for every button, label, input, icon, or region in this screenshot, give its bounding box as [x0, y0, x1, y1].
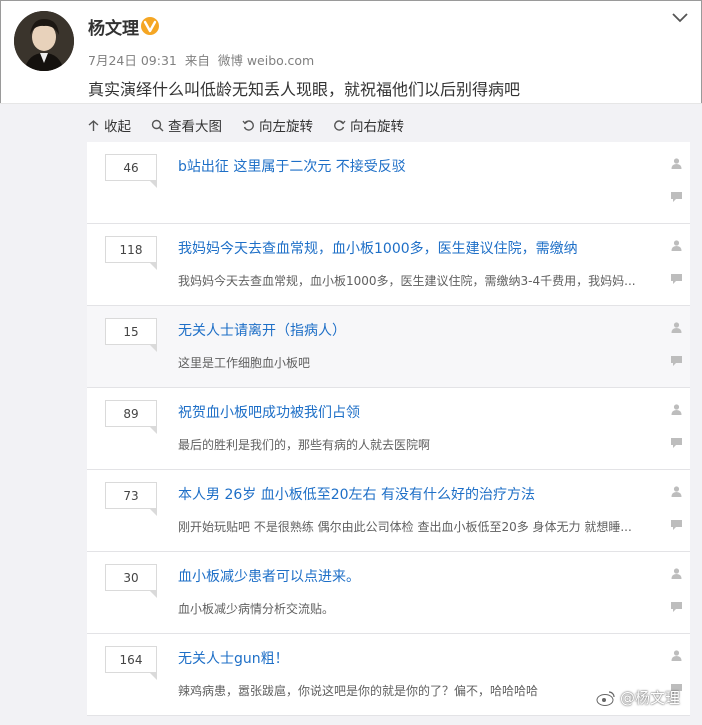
view-large-button[interactable]: 查看大图	[151, 115, 222, 135]
author-icon[interactable]	[670, 567, 683, 580]
weibo-watermark: @杨文理	[596, 687, 680, 708]
thread-row[interactable]: 73 本人男 26岁 血小板低至20左右 有没有什么好的治疗方法刚开始玩贴吧 不是…	[87, 470, 690, 552]
thread-summary: 最后的胜利是我们的，那些有病的人就去医院啊	[178, 438, 431, 452]
post-meta: 7月24日 09:31 来自 微博 weibo.com	[88, 50, 318, 69]
thread-title-link[interactable]: 本人男 26岁 血小板低至20左右 有没有什么好的治疗方法	[178, 484, 535, 504]
author-icon[interactable]	[670, 239, 683, 252]
view-large-label: 查看大图	[168, 119, 222, 135]
author-icon[interactable]	[670, 649, 683, 662]
thread-row[interactable]: 118 我妈妈今天去查血常规，血小板1000多，医生建议住院，需缴纳我妈妈今天去查…	[87, 224, 690, 306]
thread-title-link[interactable]: 无关人士请离开（指病人）	[178, 320, 346, 340]
reply-count-badge: 164	[105, 646, 157, 680]
thread-row[interactable]: 30 血小板减少患者可以点进来。血小板减少病情分析交流贴。	[87, 552, 690, 634]
rotate-left-label: 向左旋转	[259, 119, 313, 135]
post-text: 真实演绎什么叫低龄无知丢人现眼，就祝福他们以后别得病吧	[88, 80, 521, 99]
thread-summary: 这里是工作细胞血小板吧	[178, 356, 311, 370]
thread-summary: 我妈妈今天去查血常规，血小板1000多，医生建议住院，需缴纳3-4千费用，我妈妈…	[178, 274, 636, 288]
rotate-left-button[interactable]: 向左旋转	[242, 115, 313, 135]
thread-summary: 血小板减少病情分析交流贴。	[178, 602, 335, 616]
collapse-label: 收起	[104, 119, 131, 135]
weibo-logo-icon	[596, 690, 615, 706]
reply-bubble-icon[interactable]	[670, 190, 683, 203]
reply-bubble-icon[interactable]	[670, 600, 683, 613]
thread-row[interactable]: 89 祝贺血小板吧成功被我们占领最后的胜利是我们的，那些有病的人就去医院啊	[87, 388, 690, 470]
image-toolbar: 收起 查看大图 向左旋转 向右旋转	[87, 115, 404, 135]
reply-count-badge: 118	[105, 236, 157, 270]
reply-count-badge: 89	[105, 400, 157, 434]
post-source[interactable]: 微博 weibo.com	[218, 53, 314, 68]
source-prefix: 来自	[184, 53, 210, 68]
thread-title-link[interactable]: 无关人士gun粗！	[178, 648, 289, 668]
thread-summary: 辣鸡病患，嚣张跋扈，你说这吧是你的就是你的了？偏不，哈哈哈哈	[178, 684, 539, 698]
author-icon[interactable]	[670, 485, 683, 498]
chevron-down-icon[interactable]	[670, 9, 690, 27]
reply-bubble-icon[interactable]	[670, 518, 683, 531]
arrow-up-icon	[88, 119, 99, 131]
avatar[interactable]	[14, 11, 74, 71]
thread-title-link[interactable]: 祝贺血小板吧成功被我们占领	[178, 402, 360, 422]
reply-bubble-icon[interactable]	[670, 354, 683, 367]
reply-count-badge: 46	[105, 154, 157, 188]
reply-bubble-icon[interactable]	[670, 436, 683, 449]
author-name[interactable]: 杨文理	[88, 14, 139, 39]
reply-count-badge: 30	[105, 564, 157, 598]
author-icon[interactable]	[670, 157, 683, 170]
thread-row[interactable]: 15 无关人士请离开（指病人） 这里是工作细胞血小板吧	[87, 306, 690, 388]
rotate-right-button[interactable]: 向右旋转	[333, 115, 404, 135]
author-icon[interactable]	[670, 403, 683, 416]
reply-count-badge: 15	[105, 318, 157, 352]
thread-row[interactable]: 46 b站出征 这里属于二次元 不接受反驳	[87, 142, 690, 224]
thread-summary: 刚开始玩贴吧 不是很熟练 偶尔由此公司体检 查出血小板低至20多 身体无力 就想…	[178, 520, 632, 534]
collapse-button[interactable]: 收起	[87, 115, 131, 135]
rotate-right-icon	[334, 119, 346, 131]
watermark-text: @杨文理	[620, 689, 681, 707]
reply-count-badge: 73	[105, 482, 157, 516]
magnifier-icon	[151, 119, 164, 131]
thread-title-link[interactable]: b站出征 这里属于二次元 不接受反驳	[178, 156, 406, 176]
reply-bubble-icon[interactable]	[670, 272, 683, 285]
thread-title-link[interactable]: 血小板减少患者可以点进来。	[178, 566, 360, 586]
rotate-right-label: 向右旋转	[350, 119, 404, 135]
rotate-left-icon	[242, 119, 254, 131]
thread-list: 46 b站出征 这里属于二次元 不接受反驳 118 我妈妈今天去查血常规，血小板100…	[87, 142, 690, 716]
verified-badge-icon	[141, 17, 159, 35]
post-date[interactable]: 7月24日 09:31	[88, 53, 177, 68]
author-icon[interactable]	[670, 321, 683, 334]
thread-title-link[interactable]: 我妈妈今天去查血常规，血小板1000多，医生建议住院，需缴纳	[178, 238, 578, 258]
